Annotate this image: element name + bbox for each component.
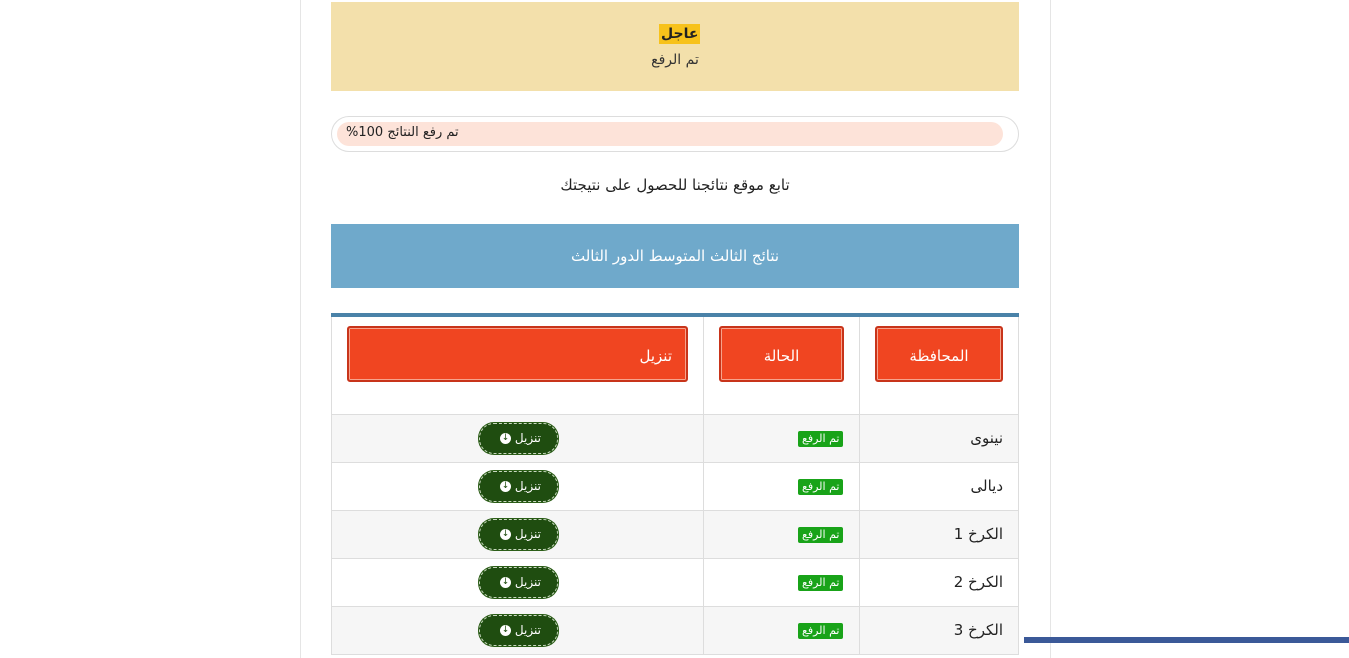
header-cell-status: الحالة bbox=[703, 317, 859, 414]
governorate-cell: الكرخ 3 bbox=[859, 607, 1019, 654]
status-cell: تم الرفع bbox=[703, 511, 859, 558]
follow-text: تابع موقع نتائجنا للحصول على نتيجتك bbox=[560, 176, 790, 194]
alert-text: تم الرفع bbox=[651, 52, 699, 68]
governorate-cell: الكرخ 2 bbox=[859, 559, 1019, 606]
urgent-badge: عاجل bbox=[659, 24, 701, 44]
download-cell: تنزيل ↓ bbox=[331, 415, 703, 462]
status-badge: تم الرفع bbox=[798, 479, 844, 495]
status-badge: تم الرفع bbox=[798, 623, 844, 639]
table-row: ديالى تم الرفع تنزيل ↓ bbox=[331, 463, 1019, 511]
governorate-name: نينوى bbox=[970, 429, 1003, 447]
table-row: الكرخ 2 تم الرفع تنزيل ↓ bbox=[331, 559, 1019, 607]
header-download: تنزيل bbox=[347, 326, 688, 382]
governorate-cell: نينوى bbox=[859, 415, 1019, 462]
download-label: تنزيل bbox=[514, 527, 541, 541]
governorate-name: الكرخ 1 bbox=[953, 525, 1003, 543]
table-row: نينوى تم الرفع تنزيل ↓ bbox=[331, 415, 1019, 463]
arrow-circle-down-icon: ↓ bbox=[500, 625, 512, 636]
progress-bar: تم رفع النتائج 100% bbox=[331, 116, 1019, 152]
header-cell-governorate: المحافظة bbox=[859, 317, 1019, 414]
table-row: الكرخ 1 تم الرفع تنزيل ↓ bbox=[331, 511, 1019, 559]
governorate-name: الكرخ 2 bbox=[953, 573, 1003, 591]
status-badge: تم الرفع bbox=[798, 575, 844, 591]
download-cell: تنزيل ↓ bbox=[331, 511, 703, 558]
download-button[interactable]: تنزيل ↓ bbox=[479, 519, 558, 550]
status-cell: تم الرفع bbox=[703, 607, 859, 654]
section-title: نتائج الثالث المتوسط الدور الثالث bbox=[331, 224, 1019, 288]
governorate-name: الكرخ 3 bbox=[953, 621, 1003, 639]
status-cell: تم الرفع bbox=[703, 463, 859, 510]
arrow-circle-down-icon: ↓ bbox=[500, 577, 512, 588]
download-cell: تنزيل ↓ bbox=[331, 607, 703, 654]
download-button[interactable]: تنزيل ↓ bbox=[479, 615, 558, 646]
progress-label: تم رفع النتائج 100% bbox=[346, 125, 459, 140]
status-cell: تم الرفع bbox=[703, 559, 859, 606]
governorate-name: ديالى bbox=[970, 477, 1004, 495]
status-badge: تم الرفع bbox=[798, 527, 844, 543]
status-badge: تم الرفع bbox=[798, 431, 844, 447]
download-button[interactable]: تنزيل ↓ bbox=[479, 423, 558, 454]
status-cell: تم الرفع bbox=[703, 415, 859, 462]
table-header-row: المحافظة الحالة تنزيل bbox=[331, 317, 1019, 415]
download-label: تنزيل bbox=[514, 479, 541, 493]
governorate-cell: ديالى bbox=[859, 463, 1019, 510]
download-label: تنزيل bbox=[514, 575, 541, 589]
download-cell: تنزيل ↓ bbox=[331, 463, 703, 510]
download-label: تنزيل bbox=[514, 623, 541, 637]
download-button[interactable]: تنزيل ↓ bbox=[479, 471, 558, 502]
header-governorate: المحافظة bbox=[875, 326, 1003, 382]
arrow-circle-down-icon: ↓ bbox=[500, 433, 512, 444]
facebook-widget-bar[interactable] bbox=[1024, 637, 1349, 643]
download-button[interactable]: تنزيل ↓ bbox=[479, 567, 558, 598]
results-table: المحافظة الحالة تنزيل نينوى تم الرفع تنز… bbox=[331, 313, 1019, 655]
header-cell-download: تنزيل bbox=[331, 317, 703, 414]
download-cell: تنزيل ↓ bbox=[331, 559, 703, 606]
table-row: الكرخ 3 تم الرفع تنزيل ↓ bbox=[331, 607, 1019, 655]
download-label: تنزيل bbox=[514, 431, 541, 445]
governorate-cell: الكرخ 1 bbox=[859, 511, 1019, 558]
header-status: الحالة bbox=[719, 326, 844, 382]
content-column: عاجل تم الرفع تم رفع النتائج 100% تابع م… bbox=[300, 0, 1051, 658]
urgent-alert: عاجل تم الرفع bbox=[331, 2, 1019, 91]
arrow-circle-down-icon: ↓ bbox=[500, 481, 512, 492]
arrow-circle-down-icon: ↓ bbox=[500, 529, 512, 540]
